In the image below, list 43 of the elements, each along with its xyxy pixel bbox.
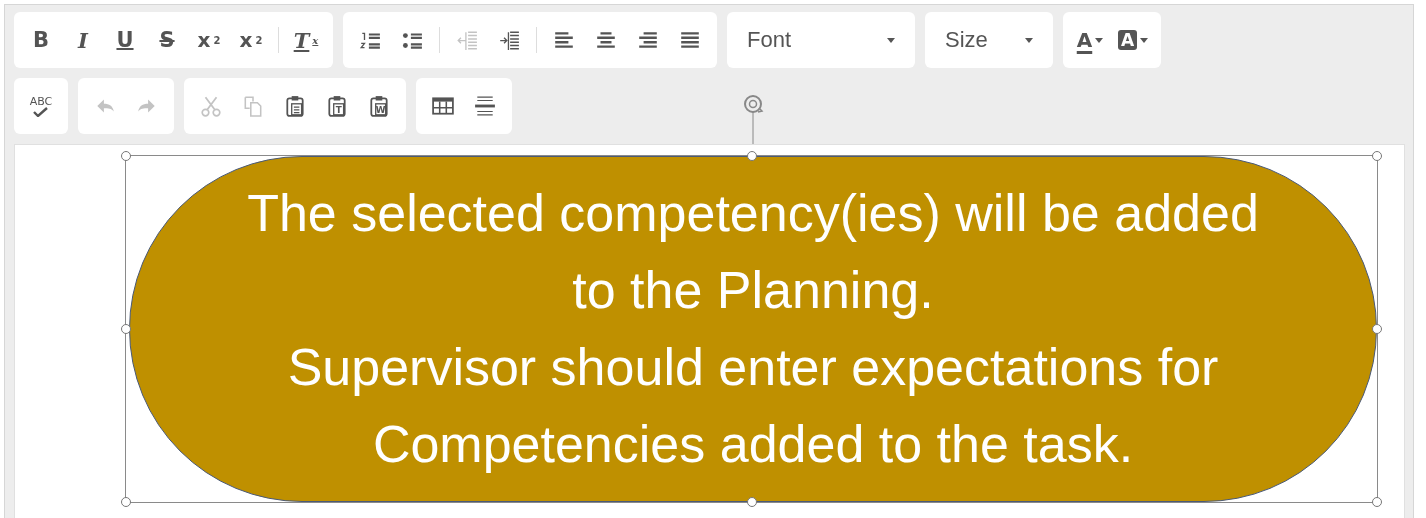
caret-icon: [1095, 37, 1104, 43]
caret-icon: [887, 37, 895, 43]
indent-icon: [498, 29, 520, 51]
paste-text-button[interactable]: T: [318, 86, 356, 126]
font-dropdown[interactable]: Font: [735, 14, 907, 66]
scissors-icon: [200, 95, 222, 117]
italic-button[interactable]: I: [64, 20, 102, 60]
shape-text: to the Planning.: [572, 260, 934, 321]
clipboard-icon: W: [368, 95, 390, 117]
resize-handle[interactable]: [121, 497, 131, 507]
background-color-button[interactable]: A: [1113, 20, 1154, 60]
resize-handle[interactable]: [1372, 151, 1382, 161]
resize-handle[interactable]: [1372, 324, 1382, 334]
resize-handle[interactable]: [121, 324, 131, 334]
underline-button[interactable]: U: [106, 20, 144, 60]
resize-handle[interactable]: [1372, 497, 1382, 507]
shape-text: Competencies added to the task.: [372, 414, 1134, 475]
table-icon: [432, 95, 454, 117]
outdent-icon: [456, 29, 478, 51]
checkmark-icon: [33, 106, 49, 117]
align-center-icon: [595, 29, 617, 51]
resize-handle[interactable]: [746, 497, 757, 507]
size-dropdown[interactable]: Size: [933, 14, 1045, 66]
horizontal-line-icon: [474, 95, 496, 117]
resize-handle[interactable]: [746, 151, 757, 161]
bold-button[interactable]: B: [22, 20, 60, 60]
align-left-icon: [553, 29, 575, 51]
clipboard-icon: T: [326, 95, 348, 117]
caret-icon: [1025, 37, 1033, 43]
clipboard-icon: [284, 95, 306, 117]
shape-text: Supervisor should enter expectations for: [287, 337, 1219, 398]
copy-icon: [242, 95, 264, 117]
rotate-handle-icon[interactable]: [742, 93, 764, 145]
caret-icon: [1140, 37, 1149, 43]
resize-handle[interactable]: [121, 151, 131, 161]
align-right-icon: [637, 29, 659, 51]
text-color-button[interactable]: A: [1071, 20, 1109, 60]
shape-text: The selected competency(ies) will be added: [247, 183, 1259, 244]
strikethrough-button[interactable]: S: [148, 20, 186, 60]
spellcheck-button[interactable]: ABC: [22, 86, 60, 126]
paste-word-button[interactable]: W: [360, 86, 398, 126]
superscript-button[interactable]: x$^{2}$: [232, 20, 270, 60]
justify-icon: [679, 29, 701, 51]
